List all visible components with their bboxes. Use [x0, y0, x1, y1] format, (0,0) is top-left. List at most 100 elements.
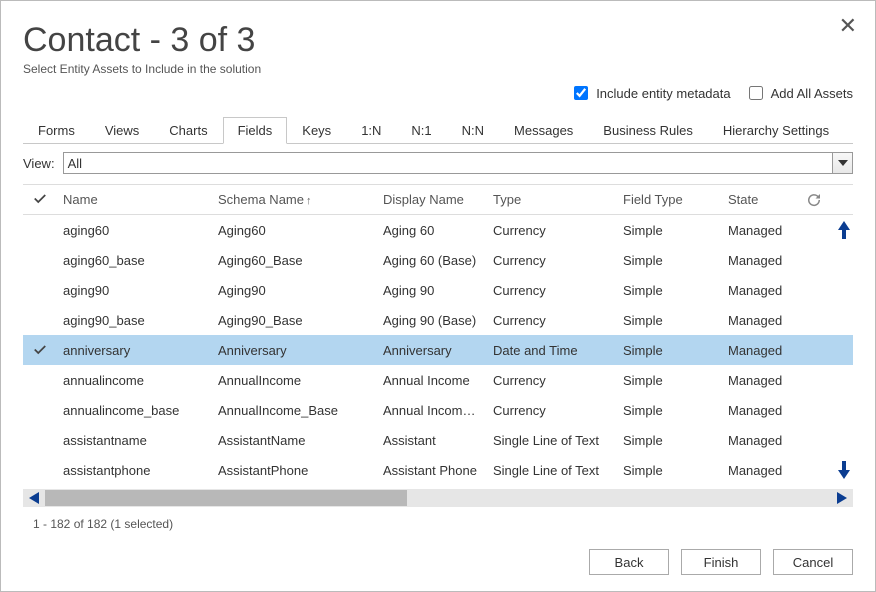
cell-schema: AssistantPhone — [212, 463, 377, 478]
cell-type: Date and Time — [487, 343, 617, 358]
cell-field-type: Simple — [617, 283, 722, 298]
cell-schema: AnnualIncome_Base — [212, 403, 377, 418]
scroll-up-icon[interactable] — [835, 221, 853, 239]
cell-state: Managed — [722, 403, 802, 418]
back-button[interactable]: Back — [589, 549, 669, 575]
cell-name: aging60 — [57, 223, 212, 238]
column-type[interactable]: Type — [487, 192, 617, 207]
cell-display: Aging 60 — [377, 223, 487, 238]
cell-field-type: Simple — [617, 343, 722, 358]
view-label: View: — [23, 156, 55, 171]
cell-state: Managed — [722, 373, 802, 388]
cell-name: annualincome_base — [57, 403, 212, 418]
table-row[interactable]: assistantnameAssistantNameAssistantSingl… — [23, 425, 853, 455]
cell-display: Annual Income (... — [377, 403, 487, 418]
tab-keys[interactable]: Keys — [287, 117, 346, 144]
cell-schema: AssistantName — [212, 433, 377, 448]
cell-state: Managed — [722, 253, 802, 268]
table-row[interactable]: annualincomeAnnualIncomeAnnual IncomeCur… — [23, 365, 853, 395]
cell-type: Currency — [487, 283, 617, 298]
cell-name: assistantname — [57, 433, 212, 448]
close-icon[interactable]: ✕ — [839, 15, 857, 37]
cell-field-type: Simple — [617, 223, 722, 238]
add-all-assets-checkbox[interactable]: Add All Assets — [745, 83, 853, 103]
add-all-assets-input[interactable] — [749, 86, 763, 100]
tabs: FormsViewsChartsFieldsKeys1:NN:1N:NMessa… — [23, 116, 853, 144]
grid-header: Name Schema Name↑ Display Name Type Fiel… — [23, 185, 853, 215]
cell-display: Aging 90 — [377, 283, 487, 298]
cell-display: Assistant — [377, 433, 487, 448]
column-name[interactable]: Name — [57, 192, 212, 207]
scroll-left-icon[interactable] — [23, 489, 45, 507]
cell-name: anniversary — [57, 343, 212, 358]
cell-name: aging90_base — [57, 313, 212, 328]
cancel-button[interactable]: Cancel — [773, 549, 853, 575]
cell-schema: Aging90_Base — [212, 313, 377, 328]
page-title: Contact - 3 of 3 — [23, 21, 853, 60]
grid: Name Schema Name↑ Display Name Type Fiel… — [23, 184, 853, 535]
table-row[interactable]: aging60_baseAging60_BaseAging 60 (Base)C… — [23, 245, 853, 275]
add-all-assets-label: Add All Assets — [771, 86, 853, 101]
cell-name: aging90 — [57, 283, 212, 298]
horizontal-scrollbar[interactable] — [23, 489, 853, 507]
cell-name: assistantphone — [57, 463, 212, 478]
cell-display: Assistant Phone — [377, 463, 487, 478]
cell-name: aging60_base — [57, 253, 212, 268]
table-row[interactable]: aging90Aging90Aging 90CurrencySimpleMana… — [23, 275, 853, 305]
row-checkbox[interactable] — [23, 343, 57, 358]
column-field-type[interactable]: Field Type — [617, 192, 722, 207]
tab-business-rules[interactable]: Business Rules — [588, 117, 708, 144]
cell-type: Single Line of Text — [487, 433, 617, 448]
include-metadata-input[interactable] — [574, 86, 588, 100]
table-row[interactable]: anniversaryAnniversaryAnniversaryDate an… — [23, 335, 853, 365]
table-row[interactable]: annualincome_baseAnnualIncome_BaseAnnual… — [23, 395, 853, 425]
cell-schema: Anniversary — [212, 343, 377, 358]
column-display[interactable]: Display Name — [377, 192, 487, 207]
tab-forms[interactable]: Forms — [23, 117, 90, 144]
header-checkbox[interactable] — [23, 192, 57, 207]
table-row[interactable]: aging60Aging60Aging 60CurrencySimpleMana… — [23, 215, 853, 245]
table-row[interactable]: aging90_baseAging90_BaseAging 90 (Base)C… — [23, 305, 853, 335]
tab-n-n[interactable]: N:N — [447, 117, 499, 144]
sort-asc-icon: ↑ — [306, 195, 312, 207]
cell-display: Aging 60 (Base) — [377, 253, 487, 268]
column-state[interactable]: State — [722, 192, 802, 207]
include-metadata-checkbox[interactable]: Include entity metadata — [570, 83, 730, 103]
refresh-icon[interactable] — [802, 193, 826, 207]
cell-state: Managed — [722, 463, 802, 478]
chevron-down-icon — [832, 153, 852, 173]
view-select-value: All — [68, 156, 82, 171]
include-metadata-label: Include entity metadata — [596, 86, 730, 101]
tab-fields[interactable]: Fields — [223, 117, 288, 144]
tab-charts[interactable]: Charts — [154, 117, 222, 144]
cell-field-type: Simple — [617, 373, 722, 388]
cell-type: Currency — [487, 403, 617, 418]
tab-views[interactable]: Views — [90, 117, 154, 144]
tab-messages[interactable]: Messages — [499, 117, 588, 144]
cell-schema: AnnualIncome — [212, 373, 377, 388]
cell-type: Currency — [487, 253, 617, 268]
table-row[interactable]: assistantphoneAssistantPhoneAssistant Ph… — [23, 455, 853, 485]
dialog: ✕ Contact - 3 of 3 Select Entity Assets … — [0, 0, 876, 592]
cell-field-type: Simple — [617, 313, 722, 328]
tab-hierarchy-settings[interactable]: Hierarchy Settings — [708, 117, 844, 144]
finish-button[interactable]: Finish — [681, 549, 761, 575]
cell-type: Currency — [487, 313, 617, 328]
tab-1-n[interactable]: 1:N — [346, 117, 396, 144]
cell-display: Aging 90 (Base) — [377, 313, 487, 328]
tab-n-1[interactable]: N:1 — [396, 117, 446, 144]
cell-type: Currency — [487, 373, 617, 388]
scroll-down-icon[interactable] — [835, 461, 853, 479]
scroll-right-icon[interactable] — [831, 489, 853, 507]
column-schema[interactable]: Schema Name↑ — [212, 192, 377, 207]
cell-state: Managed — [722, 283, 802, 298]
view-row: View: All — [23, 152, 853, 174]
scrollbar-track[interactable] — [45, 489, 831, 507]
scrollbar-thumb[interactable] — [45, 490, 407, 506]
cell-state: Managed — [722, 433, 802, 448]
view-select[interactable]: All — [63, 152, 853, 174]
page-subtitle: Select Entity Assets to Include in the s… — [23, 62, 853, 76]
button-row: Back Finish Cancel — [23, 535, 853, 575]
cell-schema: Aging60_Base — [212, 253, 377, 268]
cell-state: Managed — [722, 343, 802, 358]
